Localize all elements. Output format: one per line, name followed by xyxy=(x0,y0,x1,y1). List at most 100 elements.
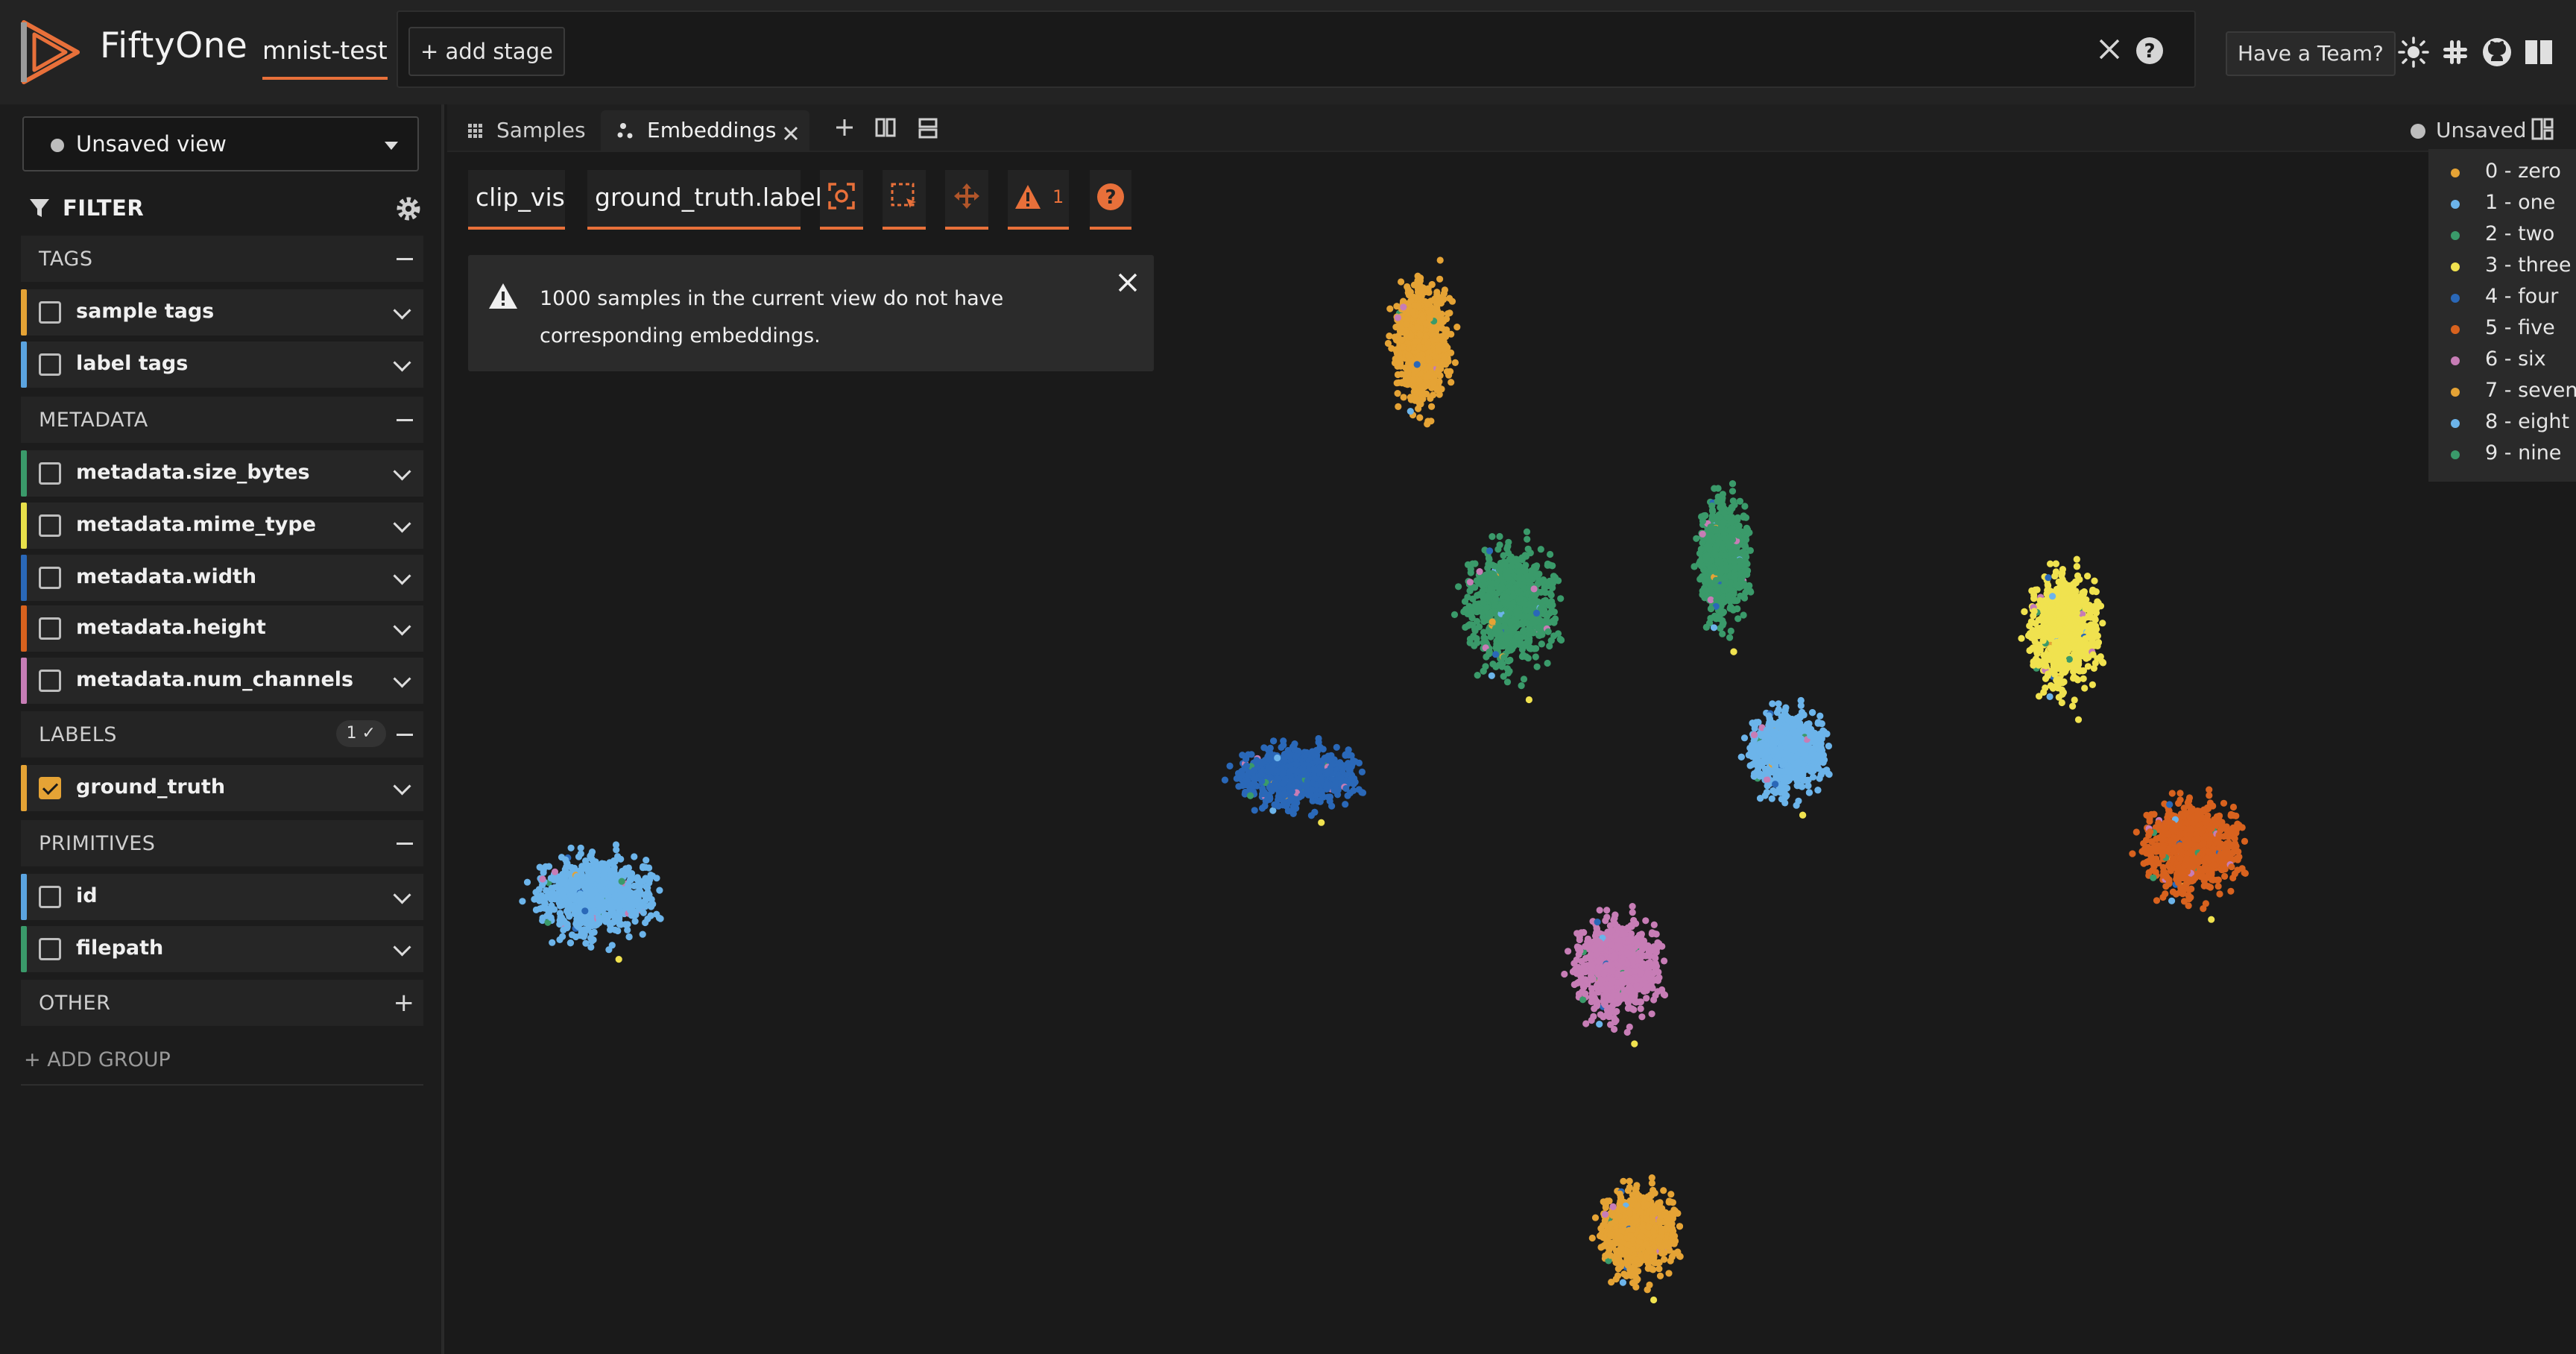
scatter-point[interactable] xyxy=(2092,609,2100,617)
scatter-point[interactable] xyxy=(1326,793,1334,801)
scatter-point[interactable] xyxy=(2056,657,2063,664)
scatter-point[interactable] xyxy=(1781,707,1789,714)
scatter-point[interactable] xyxy=(2059,576,2066,584)
scatter-point[interactable] xyxy=(1532,653,1539,661)
scatter-point[interactable] xyxy=(2030,608,2038,615)
scatter-point[interactable] xyxy=(2055,610,2062,617)
dataset-selector[interactable]: mnist-test xyxy=(262,36,388,80)
scatter-point[interactable] xyxy=(1426,362,1433,371)
scatter-point[interactable] xyxy=(1308,786,1316,793)
scatter-point[interactable] xyxy=(1424,300,1432,308)
scatter-point[interactable] xyxy=(1494,546,1502,553)
scatter-point[interactable] xyxy=(2074,661,2083,668)
field-checkbox[interactable] xyxy=(39,567,61,589)
scatter-point[interactable] xyxy=(2056,626,2064,634)
scatter-point[interactable] xyxy=(2065,655,2073,663)
field-checkbox[interactable] xyxy=(39,514,61,537)
scatter-point[interactable] xyxy=(1270,737,1278,745)
scatter-point[interactable] xyxy=(1351,775,1358,782)
scatter-point[interactable] xyxy=(1266,773,1273,781)
series-1-one[interactable] xyxy=(1737,696,1833,819)
scatter-point[interactable] xyxy=(1337,774,1345,781)
scatter-point[interactable] xyxy=(1522,606,1530,614)
scatter-point[interactable] xyxy=(1472,600,1480,608)
scatter-point[interactable] xyxy=(1486,650,1493,658)
scatter-point[interactable] xyxy=(1789,736,1796,743)
scatter-point[interactable] xyxy=(1547,637,1555,644)
scatter-point[interactable] xyxy=(1825,743,1832,750)
scatter-point[interactable] xyxy=(1269,807,1277,814)
scatter-point[interactable] xyxy=(1548,598,1556,605)
scatter-point[interactable] xyxy=(1334,791,1342,799)
view-bar[interactable]: + add stage ? xyxy=(397,10,2196,88)
field-checkbox[interactable] xyxy=(39,462,61,485)
scatter-point[interactable] xyxy=(1492,595,1500,602)
scatter-point[interactable] xyxy=(2082,635,2089,643)
scatter-point[interactable] xyxy=(1474,639,1481,646)
scatter-point[interactable] xyxy=(2060,596,2068,603)
scatter-point[interactable] xyxy=(1455,583,1462,591)
scatter-point[interactable] xyxy=(2066,623,2074,631)
scatter-point[interactable] xyxy=(1526,579,1533,586)
scatter-point[interactable] xyxy=(2168,897,2176,904)
tab-samples[interactable]: Samples xyxy=(462,110,589,152)
scatter-point[interactable] xyxy=(1441,345,1448,353)
scatter-point[interactable] xyxy=(1803,755,1811,763)
scatter-point[interactable] xyxy=(1244,778,1251,785)
scatter-point[interactable] xyxy=(2089,651,2097,658)
scatter-point[interactable] xyxy=(1537,546,1544,553)
scatter-point[interactable] xyxy=(1504,670,1512,677)
scatter-point[interactable] xyxy=(2045,652,2052,659)
scatter-point[interactable] xyxy=(1313,752,1321,759)
scatter-point[interactable] xyxy=(1313,758,1321,766)
scatter-point[interactable] xyxy=(1521,585,1528,592)
field-row-size-bytes[interactable]: metadata.size_bytes xyxy=(21,450,423,497)
scatter-point[interactable] xyxy=(2065,617,2073,624)
scatter-point[interactable] xyxy=(1436,275,1444,283)
scatter-point[interactable] xyxy=(1331,781,1339,789)
scatter-point[interactable] xyxy=(1503,593,1510,601)
scatter-point[interactable] xyxy=(1535,570,1543,578)
scatter-point[interactable] xyxy=(1402,321,1410,328)
scatter-point[interactable] xyxy=(2059,665,2066,673)
scatter-point[interactable] xyxy=(1544,628,1552,635)
scatter-point[interactable] xyxy=(1771,720,1778,728)
scatter-point[interactable] xyxy=(1772,789,1779,796)
scatter-point[interactable] xyxy=(1532,645,1540,652)
scatter-point[interactable] xyxy=(1258,778,1266,785)
scatter-point[interactable] xyxy=(1550,573,1558,580)
scatter-point[interactable] xyxy=(1417,274,1424,282)
scatter-point[interactable] xyxy=(1265,764,1272,772)
scatter-point[interactable] xyxy=(1486,547,1494,555)
scatter-point[interactable] xyxy=(2032,655,2040,663)
scatter-point[interactable] xyxy=(1785,717,1793,725)
scatter-point[interactable] xyxy=(1817,740,1825,748)
scatter-point[interactable] xyxy=(1475,623,1483,631)
scatter-point[interactable] xyxy=(1540,578,1547,585)
scatter-point[interactable] xyxy=(1541,584,1548,591)
scatter-point[interactable] xyxy=(2054,589,2062,596)
scatter-point[interactable] xyxy=(2033,649,2041,656)
scatter-point[interactable] xyxy=(1284,752,1291,760)
fiftyone-logo-icon[interactable] xyxy=(19,18,82,86)
scatter-point[interactable] xyxy=(1470,632,1477,640)
scatter-point[interactable] xyxy=(1769,700,1776,708)
scatter-point[interactable] xyxy=(1310,775,1319,782)
scatter-point[interactable] xyxy=(1298,792,1305,799)
chevron-down-icon[interactable] xyxy=(393,617,411,636)
scatter-point[interactable] xyxy=(1414,324,1421,331)
scatter-point[interactable] xyxy=(1358,789,1366,796)
scatter-point[interactable] xyxy=(1415,344,1423,351)
scatter-point[interactable] xyxy=(1335,760,1343,767)
scatter-point[interactable] xyxy=(1504,658,1512,665)
scatter-point[interactable] xyxy=(2036,596,2044,605)
scatter-point[interactable] xyxy=(1493,644,1500,652)
scatter-point[interactable] xyxy=(1810,767,1817,775)
github-icon[interactable] xyxy=(2481,36,2513,69)
scatter-point[interactable] xyxy=(1433,300,1440,307)
scatter-point[interactable] xyxy=(1777,734,1784,741)
scatter-point[interactable] xyxy=(1523,528,1531,535)
scatter-point[interactable] xyxy=(2079,641,2086,649)
help-icon[interactable]: ? xyxy=(2135,36,2165,66)
scatter-point[interactable] xyxy=(2046,693,2053,701)
